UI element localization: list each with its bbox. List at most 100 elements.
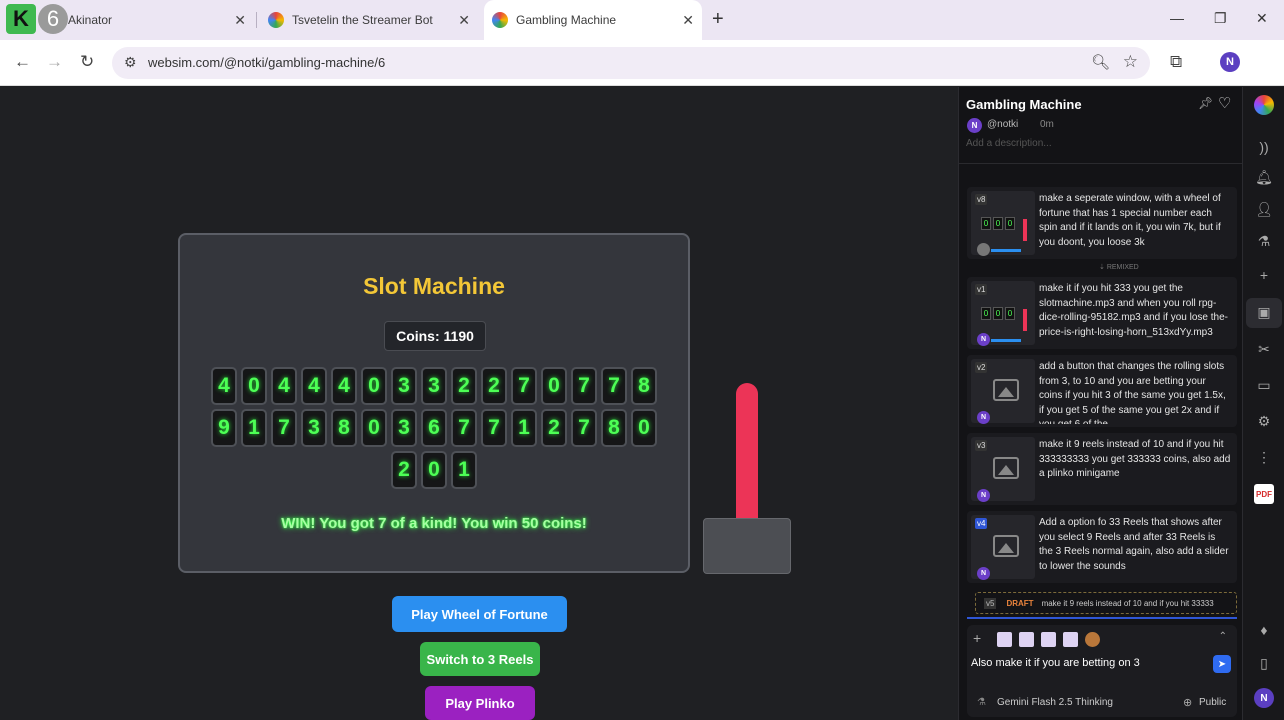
bell-icon[interactable]: 🔔︎ [1243, 169, 1284, 186]
version-card-v8[interactable]: v8 000 make a seperate window, with a wh… [967, 187, 1237, 259]
sound-attachment-icon[interactable] [1019, 632, 1034, 647]
reel: 4 [211, 367, 237, 405]
reel: 1 [241, 409, 267, 447]
close-icon[interactable]: ✕ [682, 12, 694, 29]
prompt-input[interactable]: Also make it if you are betting on 3 [971, 657, 1140, 669]
reel: 7 [511, 367, 537, 405]
flask-icon[interactable]: ⚗ [1243, 233, 1284, 250]
websim-favicon-icon [268, 12, 284, 28]
websim-logo-icon[interactable] [1254, 95, 1274, 115]
chevron-up-icon[interactable]: ⌃ [1219, 631, 1227, 642]
tab-gambling-machine[interactable]: Gambling Machine ✕ [484, 0, 702, 40]
avatar[interactable]: N [1254, 688, 1274, 708]
diamond-icon[interactable]: ♦ [1243, 622, 1284, 638]
new-tab-icon[interactable]: + [712, 8, 724, 31]
pdf-app-icon[interactable]: PDF [1254, 484, 1274, 504]
extensions-icon[interactable]: ⧉ [1170, 52, 1182, 72]
draft-version[interactable]: v5 DRAFT make it 9 reels instead of 10 a… [975, 592, 1237, 614]
image-placeholder-icon [993, 379, 1019, 401]
gear-icon[interactable]: ⚙ [1243, 413, 1284, 430]
version-prompt: make it if you hit 333 you get the slotm… [1039, 283, 1228, 338]
model-icon: ⚗ [977, 697, 986, 708]
heart-icon[interactable]: ♡ [1218, 94, 1231, 112]
restore-icon[interactable]: ❐ [1214, 10, 1227, 27]
plus-icon[interactable]: + [1243, 267, 1284, 283]
version-card-v4[interactable]: v4 N Add a option fo 33 Reels that shows… [967, 511, 1237, 583]
version-thumbnail: v3 N [971, 437, 1035, 502]
version-card-v1[interactable]: v1 000 N make it if you hit 333 you get … [967, 277, 1237, 349]
reel: 2 [391, 451, 417, 489]
toolbar: ← → ↻ ⚙ websim.com/@notki/gambling-machi… [0, 40, 1284, 86]
draft-prompt: make it 9 reels instead of 10 and if you… [1041, 598, 1214, 608]
reel: 4 [271, 367, 297, 405]
version-card-v3[interactable]: v3 N make it 9 reels instead of 10 and i… [967, 433, 1237, 505]
author-handle[interactable]: @notki [987, 119, 1018, 130]
tab-title: Gambling Machine [516, 13, 617, 27]
description-field[interactable]: Add a description... [966, 138, 1052, 149]
profile-avatar[interactable]: N [1220, 52, 1240, 72]
play-plinko-button[interactable]: Play Plinko [425, 686, 535, 720]
prompt-composer: + ⌃ Also make it if you are betting on 3… [967, 625, 1237, 717]
reel: 3 [301, 409, 327, 447]
reload-icon[interactable]: ↻ [80, 52, 94, 72]
send-button[interactable]: ➤ [1213, 655, 1231, 673]
reel-row: 2 0 1 [180, 451, 688, 489]
sound-attachment-icon[interactable] [997, 632, 1012, 647]
six-extension-icon[interactable]: 6 [38, 4, 68, 34]
lever-handle[interactable] [736, 383, 758, 531]
mini-lever [1023, 309, 1027, 331]
version-prompt: make it 9 reels instead of 10 and if you… [1039, 439, 1231, 479]
avatar [977, 243, 990, 256]
reel: 9 [211, 409, 237, 447]
user-icon[interactable]: 👤︎ [1243, 201, 1284, 218]
tab-akinator[interactable]: Akinator ✕ [68, 0, 254, 40]
switch-reels-button[interactable]: Switch to 3 Reels [420, 642, 540, 676]
model-selector[interactable]: Gemini Flash 2.5 Thinking [997, 697, 1113, 708]
mini-reels: 000 [981, 307, 1015, 320]
address-bar[interactable]: ⚙ websim.com/@notki/gambling-machine/6 🔍… [112, 47, 1150, 79]
version-card-v2[interactable]: v2 N add a button that changes the rolli… [967, 355, 1237, 427]
visibility-selector[interactable]: Public [1199, 697, 1226, 708]
image-icon[interactable]: ▣ [1243, 304, 1284, 321]
version-thumbnail: v1 000 N [971, 281, 1035, 346]
more-icon[interactable]: ⋮ [1243, 449, 1284, 466]
site-info-icon[interactable]: ⚙ [124, 54, 137, 71]
avatar: N [977, 567, 990, 580]
back-icon[interactable]: ← [14, 52, 31, 72]
reel: 0 [421, 451, 447, 489]
minimize-icon[interactable]: — [1170, 10, 1184, 26]
mini-button [991, 339, 1021, 342]
sidebar-toggle-icon[interactable]: ▯ [1243, 655, 1284, 672]
close-icon[interactable]: ✕ [458, 12, 470, 29]
reel: 0 [361, 409, 387, 447]
bookmark-star-icon[interactable]: ☆ [1123, 52, 1138, 72]
reel: 1 [451, 451, 477, 489]
reel: 1 [511, 409, 537, 447]
close-icon[interactable]: ✕ [234, 12, 246, 29]
url-text[interactable]: websim.com/@notki/gambling-machine/6 [148, 55, 385, 70]
reel: 8 [631, 367, 657, 405]
sound-attachment-icon[interactable] [1041, 632, 1056, 647]
reel: 8 [331, 409, 357, 447]
feed-icon[interactable]: )) [1243, 139, 1284, 155]
pin-icon[interactable]: 📌︎ [1198, 96, 1213, 110]
timestamp: 0m [1040, 119, 1054, 130]
reel-row: 9 1 7 3 8 0 3 6 7 7 1 2 7 8 0 [180, 409, 688, 447]
k-extension-icon[interactable]: K [6, 4, 36, 34]
forward-icon[interactable]: → [46, 52, 63, 72]
websim-favicon-icon [492, 12, 508, 28]
avatar[interactable]: N [967, 118, 982, 133]
sound-attachment-icon[interactable] [1063, 632, 1078, 647]
remixed-text: REMIXED [1106, 264, 1139, 271]
chat-icon[interactable]: ▭ [1243, 377, 1284, 394]
tools-icon[interactable]: ✂ [1243, 341, 1284, 358]
window-close-icon[interactable]: ✕ [1256, 10, 1268, 27]
zoom-icon[interactable]: 🔍︎ [1091, 53, 1110, 71]
image-attachment-icon[interactable] [1085, 632, 1100, 647]
play-wheel-of-fortune-button[interactable]: Play Wheel of Fortune [392, 596, 567, 632]
version-thumbnail: v4 N [971, 515, 1035, 580]
add-attachment-icon[interactable]: + [973, 630, 981, 646]
tab-streamer-bot[interactable]: Tsvetelin the Streamer Bot ✕ [268, 0, 478, 40]
reel: 3 [391, 409, 417, 447]
mini-reels: 000 [981, 217, 1015, 230]
